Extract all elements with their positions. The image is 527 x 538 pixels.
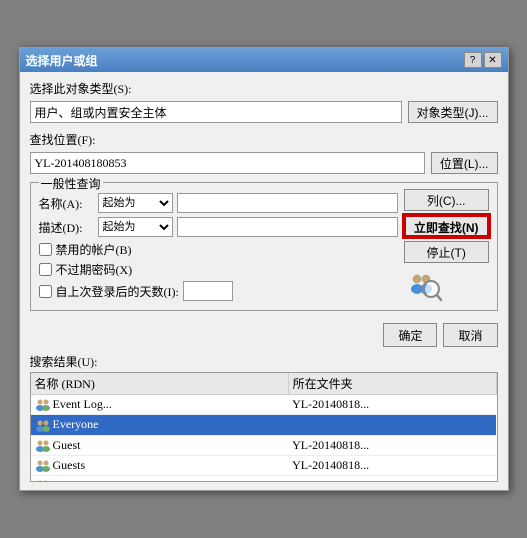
help-button[interactable]: ? xyxy=(464,52,482,68)
object-type-value: 用户、组或内置安全主体 xyxy=(30,101,402,123)
location-label: 查找位置(F): xyxy=(30,131,498,148)
select-user-group-dialog: 选择用户或组 ? ✕ 选择此对象类型(S): 用户、组或内置安全主体 对象类型(… xyxy=(19,47,509,491)
no-expiry-label: 不过期密码(X) xyxy=(56,261,133,278)
location-row: YL-201408180853 位置(L)... xyxy=(30,152,498,174)
bottom-buttons: 确定 取消 xyxy=(30,319,498,353)
no-expiry-row: 不过期密码(X) xyxy=(39,261,398,278)
dialog-content: 选择此对象类型(S): 用户、组或内置安全主体 对象类型(J)... 查找位置(… xyxy=(20,72,508,490)
row-name: Everyone xyxy=(31,415,289,435)
table-row[interactable]: GuestYL-20140818... xyxy=(31,435,497,455)
user-group-icon xyxy=(35,439,51,453)
row-folder: YL-20140818... xyxy=(288,455,496,475)
name-input[interactable] xyxy=(177,193,398,213)
table-row[interactable]: GuestsYL-20140818... xyxy=(31,455,497,475)
desc-select[interactable]: 起始为 xyxy=(98,217,173,237)
desc-input[interactable] xyxy=(177,217,398,237)
col-name-header: 名称 (RDN) xyxy=(31,373,289,395)
disabled-accounts-checkbox[interactable] xyxy=(39,243,52,256)
days-row: 自上次登录后的天数(I): xyxy=(39,281,398,301)
disabled-accounts-label: 禁用的帐户(B) xyxy=(56,241,132,258)
name-select[interactable]: 起始为 xyxy=(98,193,173,213)
user-group-icon xyxy=(35,398,51,412)
close-button[interactable]: ✕ xyxy=(484,52,502,68)
general-query-group: 一般性查询 名称(A): 起始为 描述(D): 起 xyxy=(30,182,498,311)
cancel-button[interactable]: 取消 xyxy=(443,323,497,347)
days-label: 自上次登录后的天数(I): xyxy=(56,283,179,300)
row-folder: YL-20140818... xyxy=(288,476,496,483)
group-left: 名称(A): 起始为 描述(D): 起始为 xyxy=(39,189,398,304)
days-checkbox[interactable] xyxy=(39,285,52,298)
row-name: Event Log... xyxy=(31,395,289,415)
desc-row: 描述(D): 起始为 xyxy=(39,217,398,237)
user-group-icon xyxy=(35,419,51,433)
search-now-button[interactable]: 立即查找(N) xyxy=(404,215,489,237)
location-button[interactable]: 位置(L)... xyxy=(431,152,498,174)
stop-button[interactable]: 停止(T) xyxy=(404,241,489,263)
col-button[interactable]: 列(C)... xyxy=(404,189,489,211)
results-container[interactable]: 名称 (RDN) 所在文件夹 Event Log...YL-20140818..… xyxy=(30,372,498,482)
results-table: 名称 (RDN) 所在文件夹 Event Log...YL-20140818..… xyxy=(31,373,497,482)
user-group-icon xyxy=(35,459,51,473)
row-name: Guests xyxy=(31,455,289,475)
results-label: 搜索结果(U): xyxy=(30,353,498,370)
object-type-row: 用户、组或内置安全主体 对象类型(J)... xyxy=(30,101,498,123)
name-row: 名称(A): 起始为 xyxy=(39,193,398,213)
row-folder: YL-20140818... xyxy=(288,395,496,415)
group-box-title: 一般性查询 xyxy=(39,175,103,192)
name-label: 名称(A): xyxy=(39,195,94,212)
object-type-label: 选择此对象类型(S): xyxy=(30,80,498,97)
table-row[interactable]: IIS_IUSRSYL-20140818... xyxy=(31,476,497,483)
location-value: YL-201408180853 xyxy=(30,152,425,174)
col-folder-header: 所在文件夹 xyxy=(288,373,496,395)
row-folder xyxy=(288,415,496,435)
ok-button[interactable]: 确定 xyxy=(383,323,437,347)
title-bar: 选择用户或组 ? ✕ xyxy=(20,48,508,72)
right-buttons: 列(C)... 立即查找(N) 停止(T) xyxy=(404,189,489,304)
find-users-icon xyxy=(406,267,442,303)
title-bar-controls: ? ✕ xyxy=(464,52,502,68)
disabled-accounts-row: 禁用的帐户(B) xyxy=(39,241,398,258)
no-expiry-checkbox[interactable] xyxy=(39,263,52,276)
user-group-icon xyxy=(35,479,51,482)
object-type-button[interactable]: 对象类型(J)... xyxy=(408,101,498,123)
days-input[interactable] xyxy=(183,281,233,301)
row-name: IIS_IUSRS xyxy=(31,476,289,483)
group-inner: 名称(A): 起始为 描述(D): 起始为 xyxy=(39,189,489,304)
desc-label: 描述(D): xyxy=(39,219,94,236)
table-row[interactable]: Everyone xyxy=(31,415,497,435)
row-folder: YL-20140818... xyxy=(288,435,496,455)
search-icon-area xyxy=(404,267,444,303)
dialog-title: 选择用户或组 xyxy=(26,52,98,69)
row-name: Guest xyxy=(31,435,289,455)
table-row[interactable]: Event Log...YL-20140818... xyxy=(31,395,497,415)
